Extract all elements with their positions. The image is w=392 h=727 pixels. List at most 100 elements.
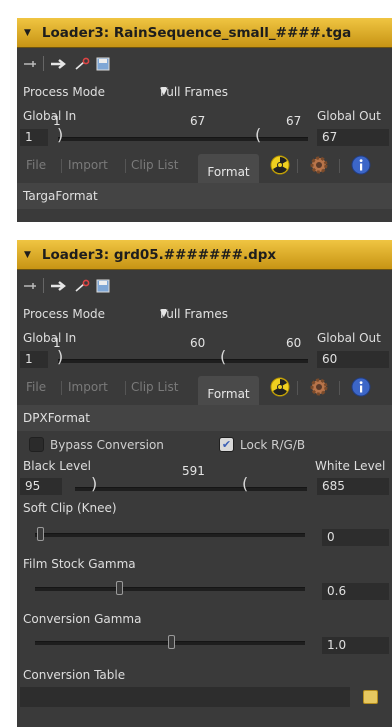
conversion-gamma-label: Conversion Gamma [23,612,142,626]
collapse-arrow-icon[interactable]: ▼ [24,28,31,38]
dropdown-arrow-icon: ▼ [160,86,168,97]
folder-icon[interactable] [363,690,378,704]
conversion-table-field[interactable] [20,687,350,707]
film-stock-gamma-slider[interactable] [35,587,305,591]
tab-format[interactable]: Format [198,376,259,405]
pin-icon[interactable] [23,59,37,69]
conversion-table-label: Conversion Table [23,668,126,682]
soft-clip-label: Soft Clip (Knee) [23,501,117,515]
global-out-label: Global Out [317,109,381,123]
radiation-icon[interactable] [270,155,290,175]
level-range-mid-label: 591 [182,464,205,478]
tab-separator [125,159,126,173]
process-mode-row: Process Mode Full Frames ▼ [17,301,392,331]
tab-separator [339,381,340,395]
toolbar [17,48,392,79]
dpx-controls: Bypass Conversion ✔ Lock R/G/B Black Lev… [17,431,392,721]
conversion-gamma-knob[interactable] [168,635,175,649]
lock-rgb-label: Lock R/G/B [240,437,306,452]
radiation-icon[interactable] [270,377,290,397]
toolbar-separator [43,56,44,71]
range-end-label: 60 [286,336,302,350]
global-range-track[interactable] [58,137,308,141]
panel-header[interactable]: ▼ Loader3: RainSequence_small_####.tga [17,18,392,48]
toolbar [17,270,392,301]
global-in-label: Global In [23,109,77,123]
wand-icon[interactable] [74,279,90,293]
gear-icon[interactable] [309,155,329,175]
soft-clip-slider[interactable] [35,533,305,537]
black-level-handle[interactable]: ) [91,474,97,493]
tab-separator [339,159,340,173]
panel-header[interactable]: ▼ Loader3: grd05.#######.dpx [17,240,392,270]
info-icon[interactable] [351,155,371,175]
collapse-arrow-icon[interactable]: ▼ [24,250,31,260]
bypass-conversion-label: Bypass Conversion [50,437,164,452]
conversion-gamma-field[interactable]: 1.0 [322,637,389,654]
range-end-label: 67 [286,114,302,128]
range-mid-label: 67 [190,114,206,128]
global-out-field[interactable]: 67 [317,129,389,146]
save-icon[interactable] [96,279,110,293]
global-in-field[interactable]: 1 [20,129,48,146]
tab-separator [61,159,62,173]
lock-rgb-checkbox[interactable]: ✔ Lock R/G/B [219,437,305,452]
pin-icon[interactable] [23,281,37,291]
range-mid-label: 60 [190,336,206,350]
tab-clip-list[interactable]: Clip List [131,380,178,394]
tab-import[interactable]: Import [68,380,108,394]
gear-icon[interactable] [309,377,329,397]
loader-panel-dpx: ▼ Loader3: grd05.#######.dpx Process Mod… [17,240,392,727]
info-icon[interactable] [351,377,371,397]
range-start-handle[interactable]: ) [57,347,63,366]
tab-separator [297,159,298,173]
level-range-track[interactable] [75,487,307,491]
global-out-label: Global Out [317,331,381,345]
tab-separator [61,381,62,395]
save-icon[interactable] [96,57,110,71]
global-in-field[interactable]: 1 [20,351,48,368]
tab-format[interactable]: Format [198,154,259,183]
black-level-label: Black Level [23,459,91,473]
film-stock-gamma-knob[interactable] [116,581,123,595]
format-name: TargaFormat [17,183,392,209]
global-out-field[interactable]: 60 [317,351,389,368]
bypass-conversion-checkbox[interactable]: Bypass Conversion [29,437,164,452]
wand-icon[interactable] [74,57,90,71]
range-end-handle[interactable]: ( [220,347,226,366]
white-level-label: White Level [315,459,386,473]
tab-separator [125,381,126,395]
tab-clip-list[interactable]: Clip List [131,158,178,172]
checkmark-icon[interactable]: ✔ [219,437,234,452]
tab-separator [297,381,298,395]
process-mode-label: Process Mode [23,307,106,321]
arrow-icon[interactable] [50,280,68,292]
white-level-handle[interactable]: ( [242,474,248,493]
arrow-icon[interactable] [50,58,68,70]
process-mode-select[interactable]: Full Frames ▼ [160,79,389,106]
bypass-conversion-box[interactable] [29,437,44,452]
panel-title: Loader3: grd05.#######.dpx [41,246,277,263]
panel-title: Loader3: RainSequence_small_####.tga [41,24,352,41]
tab-import[interactable]: Import [68,158,108,172]
format-name: DPXFormat [17,405,392,431]
tab-bar: File Import Clip List Format [17,149,392,183]
film-stock-gamma-label: Film Stock Gamma [23,557,136,571]
global-range-track[interactable] [58,359,308,363]
toolbar-separator [43,278,44,293]
process-mode-label: Process Mode [23,85,106,99]
global-range-row: Global In Global Out 1 60 60 1 ) ( 60 [17,331,392,371]
range-start-handle[interactable]: ) [57,125,63,144]
global-range-row: Global In Global Out 1 67 67 1 ) ( 67 [17,109,392,149]
film-stock-gamma-field[interactable]: 0.6 [322,583,389,600]
tab-file[interactable]: File [26,158,46,172]
process-mode-select[interactable]: Full Frames ▼ [160,301,389,328]
white-level-field[interactable]: 685 [317,478,389,495]
soft-clip-knob[interactable] [37,527,44,541]
black-level-field[interactable]: 95 [20,478,62,495]
global-in-label: Global In [23,331,77,345]
soft-clip-field[interactable]: 0 [322,529,389,546]
process-mode-row: Process Mode Full Frames ▼ [17,79,392,109]
range-end-handle[interactable]: ( [255,125,261,144]
tab-file[interactable]: File [26,380,46,394]
